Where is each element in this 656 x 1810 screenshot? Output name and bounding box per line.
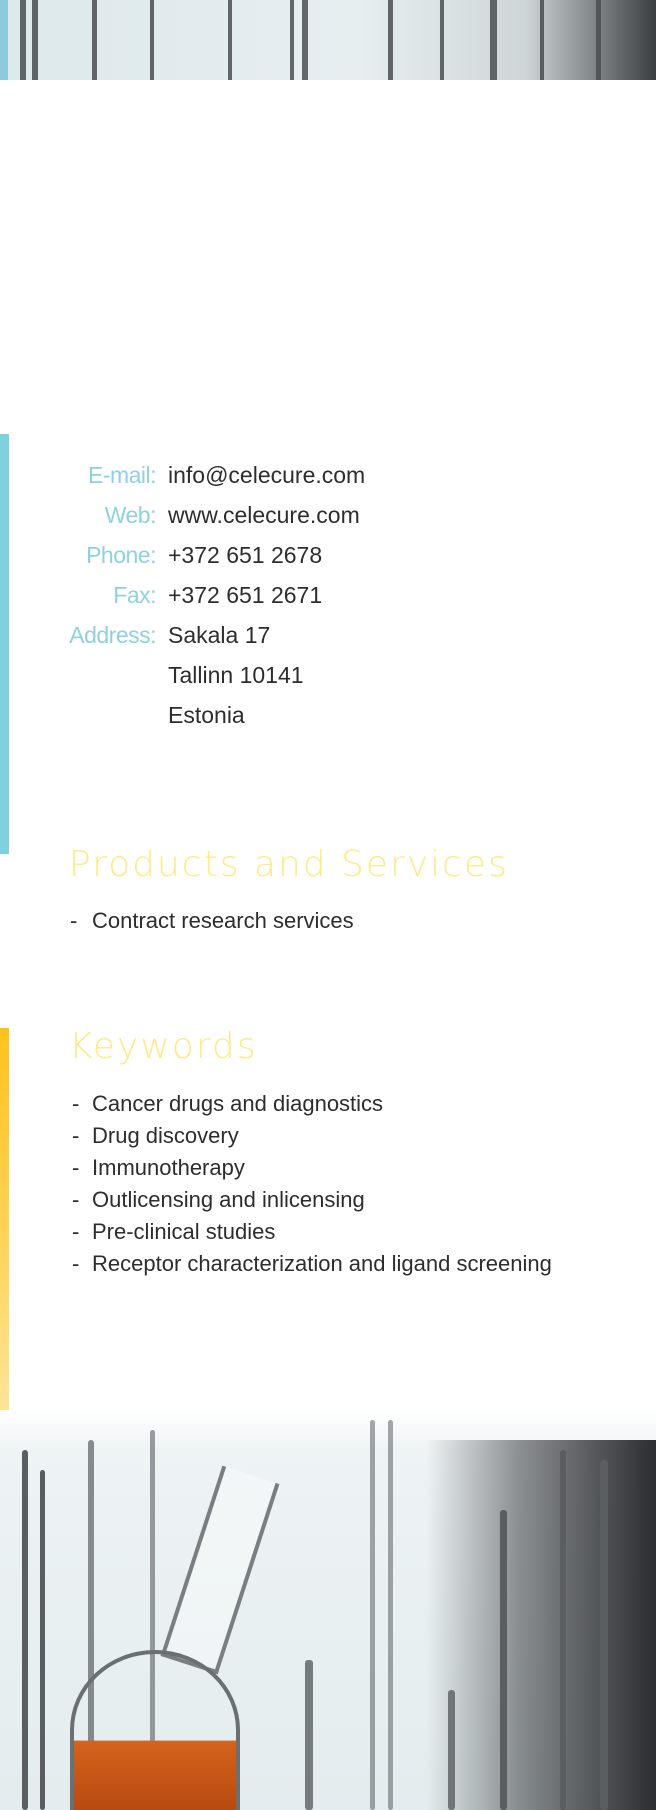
contact-row-address-2: Tallinn 10141 [0,662,656,694]
contact-row-phone: Phone: +372 651 2678 [0,542,656,574]
contact-row-fax: Fax: +372 651 2671 [0,582,656,614]
list-item: - Receptor characterization and ligand sc… [72,1248,552,1280]
fax-label: Fax: [113,582,156,608]
address-line-2: Tallinn 10141 [168,662,304,688]
phone-label: Phone: [86,542,156,568]
fax-value: +372 651 2671 [168,582,323,608]
contact-row-address: Address: Sakala 17 [0,622,656,654]
phone-value: +372 651 2678 [168,542,323,568]
list-item: - Contract research services [70,905,354,937]
bottom-lab-photo [0,1410,656,1810]
dash-marker: - [72,1155,80,1180]
dash-marker: - [72,1219,80,1244]
dash-marker: - [72,1123,80,1148]
dash-marker: - [72,1091,80,1116]
email-label: E-mail: [87,462,157,488]
dash-marker: - [72,1251,80,1276]
contact-row-email: E-mail: info@celecure.com [0,462,656,494]
address-label: Address: [69,622,156,648]
products-heading: Products and Services [69,844,509,885]
contact-row-address-3: Estonia [0,702,656,734]
list-item: - Drug discovery [72,1120,552,1152]
email-value[interactable]: info@celecure.com [168,462,365,489]
web-value[interactable]: www.celecure.com [168,502,360,529]
list-item: - Cancer drugs and diagnostics [72,1088,552,1120]
list-item: - Outlicensing and inlicensing [72,1184,552,1216]
list-item: - Immunotherapy [72,1152,552,1184]
keywords-heading: Keywords [69,1026,258,1067]
dash-marker: - [72,1187,80,1212]
dash-marker: - [70,908,78,933]
address-line-3: Estonia [168,702,245,728]
contact-row-web: Web: www.celecure.com [0,502,656,534]
address-line-1: Sakala 17 [168,622,271,648]
products-list: - Contract research services [70,905,354,937]
web-label: Web: [104,502,157,528]
list-item: - Pre-clinical studies [72,1216,552,1248]
top-lab-photo [0,0,656,80]
keywords-list: - Cancer drugs and diagnostics - Drug disc… [72,1088,552,1280]
